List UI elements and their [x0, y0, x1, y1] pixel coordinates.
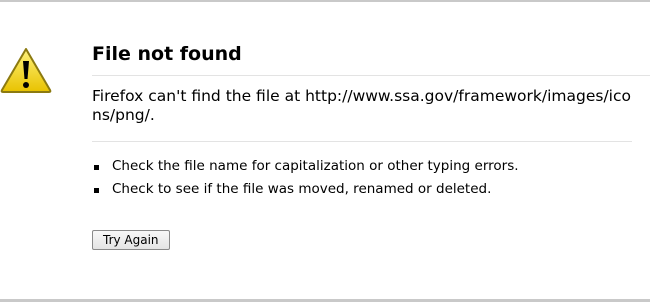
hint-list: Check the file name for capitalization o…: [92, 142, 650, 201]
error-content: File not found Firefox can't find the fi…: [92, 42, 650, 201]
hint-text: Check the file name for capitalization o…: [112, 158, 519, 174]
bullet-icon: [94, 165, 99, 170]
error-description: Firefox can't find the file at http://ww…: [92, 76, 632, 142]
warning-icon: [0, 48, 52, 93]
hint-text: Check to see if the file was moved, rena…: [112, 181, 492, 197]
error-title: File not found: [92, 42, 650, 76]
try-again-button[interactable]: Try Again: [92, 230, 170, 250]
error-page: File not found Firefox can't find the fi…: [0, 0, 650, 302]
hint-item: Check to see if the file was moved, rena…: [92, 178, 650, 201]
hint-item: Check the file name for capitalization o…: [92, 155, 650, 178]
bullet-icon: [94, 188, 99, 193]
